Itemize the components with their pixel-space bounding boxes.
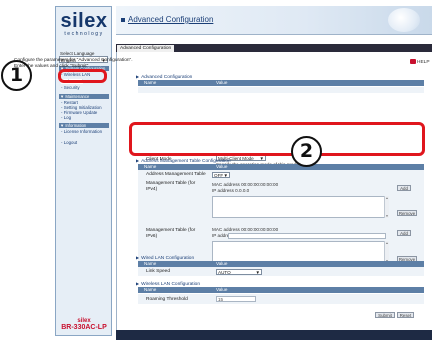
decorative-orb (388, 8, 420, 32)
table-header: Name Value (138, 287, 424, 293)
intro-text: Configure the parameters for "Advanced C… (14, 58, 133, 69)
annotation-marker-2: 2 (291, 136, 322, 167)
chevron-down-icon: ▼ (223, 173, 228, 178)
tab-bar: Advanced Configuration (116, 44, 432, 52)
sidebar-item-label: Security (63, 85, 80, 90)
logout-label: Logout (63, 140, 78, 145)
scroll-up-icon[interactable]: ▲ (385, 241, 389, 245)
bottom-bar (116, 330, 432, 340)
intro-line-2: Enter the values and click "Submit". (14, 63, 90, 69)
sidebar-item-security[interactable]: - Security (61, 85, 80, 90)
highlight-box-client-mode (129, 122, 425, 156)
sidebar-item-log[interactable]: - Log (61, 115, 71, 120)
ip-label: IP address (212, 188, 234, 193)
product-badge: silex BR-330AC-LP (59, 318, 109, 331)
ipv4-scrollbar[interactable]: ▲ ▼ (384, 196, 389, 218)
group-label: Information (65, 123, 87, 128)
mac-label: MAC address (212, 227, 240, 232)
title-bullet-icon (121, 18, 125, 22)
col-value: Value (216, 287, 228, 292)
ipv4-add-button[interactable]: Add (397, 185, 411, 191)
amt-select[interactable]: OFF ▼ (212, 172, 230, 178)
roaming-threshold-input[interactable]: 15 (216, 296, 256, 302)
logo-tagline: technology (64, 31, 104, 37)
ipv6-add-button[interactable]: Add (397, 230, 411, 236)
ipv6-table-label: Management Table (for IPv6) (146, 228, 196, 239)
sidebar: silex technology Select Language English… (55, 6, 112, 336)
bottom-model: BR-330AC-LP (61, 324, 107, 331)
help-icon (410, 59, 416, 64)
section-toggle-icon: ▶ (136, 158, 140, 163)
link-speed-value: AUTO (218, 270, 231, 275)
group-label: Maintenance (65, 94, 90, 99)
mac-value: 00:00:00:00:00:00 (241, 182, 279, 187)
ipv6-ip-input[interactable] (228, 233, 386, 239)
col-name: Name (144, 287, 157, 292)
highlight-box-advanced (58, 69, 107, 83)
ip-value: 0.0.0.0 (235, 188, 250, 193)
col-name: Name (144, 80, 157, 85)
ipv6-scrollbar[interactable]: ▲▼ (384, 241, 389, 263)
section-toggle-icon: ▶ (136, 281, 140, 286)
page-title: Advanced Configuration (128, 15, 214, 24)
table-row-link-speed (138, 267, 424, 276)
ipv4-remove-button[interactable]: Remove (397, 210, 417, 216)
help-link[interactable]: HELP (410, 59, 430, 65)
chevron-down-icon: ▼ (255, 270, 260, 275)
silex-logo: silex technology (59, 11, 109, 43)
sidebar-item-label: License Information (63, 129, 103, 134)
page-header: Advanced Configuration (116, 6, 432, 35)
table-row-spacer (138, 87, 424, 93)
sidebar-item-license-information[interactable]: - License Information (61, 129, 102, 134)
mac-label: MAC address (212, 182, 240, 187)
reset-button[interactable]: Reset (397, 312, 414, 318)
ipv4-table-list[interactable] (212, 196, 388, 218)
intro-line-1: Configure the parameters for "Advanced C… (14, 58, 133, 63)
amt-label: Address Management Table (146, 172, 206, 177)
ipv4-mac-row: MAC address 00:00:00:00:00:00 (212, 182, 278, 187)
ipv4-ip-row: IP address 0.0.0.0 (212, 188, 249, 193)
logout-link[interactable]: - Logout (61, 140, 77, 145)
table-header: Name Value (138, 80, 424, 86)
scroll-down-icon[interactable]: ▼ (385, 214, 389, 218)
submit-button[interactable]: Submit (375, 312, 395, 318)
scroll-up-icon[interactable]: ▲ (385, 196, 389, 200)
ipv6-mac-row: MAC address 00:00:00:00:00:00 (212, 227, 278, 232)
ipv6-table-list[interactable] (212, 241, 388, 263)
section-toggle-icon: ▶ (136, 255, 140, 260)
link-speed-label: Link Speed (146, 269, 171, 274)
ipv4-table-label: Management Table (for IPv4) (146, 181, 196, 192)
section-toggle-icon: ▶ (136, 74, 140, 79)
mac-value: 00:00:00:00:00:00 (241, 227, 279, 232)
tab-advanced-configuration[interactable]: Advanced Configuration (117, 45, 175, 52)
sidebar-item-label: Log (63, 115, 72, 120)
group-maintenance[interactable]: ▼ Maintenance (59, 94, 109, 99)
col-value: Value (216, 80, 228, 85)
help-label: HELP (417, 59, 430, 65)
group-information[interactable]: ▼ Information (59, 123, 109, 128)
amt-value: OFF (214, 173, 224, 178)
link-speed-select[interactable]: AUTO ▼ (216, 269, 262, 275)
logo-word: silex (60, 10, 108, 32)
roaming-threshold-label: Roaming Threshold (146, 297, 188, 302)
